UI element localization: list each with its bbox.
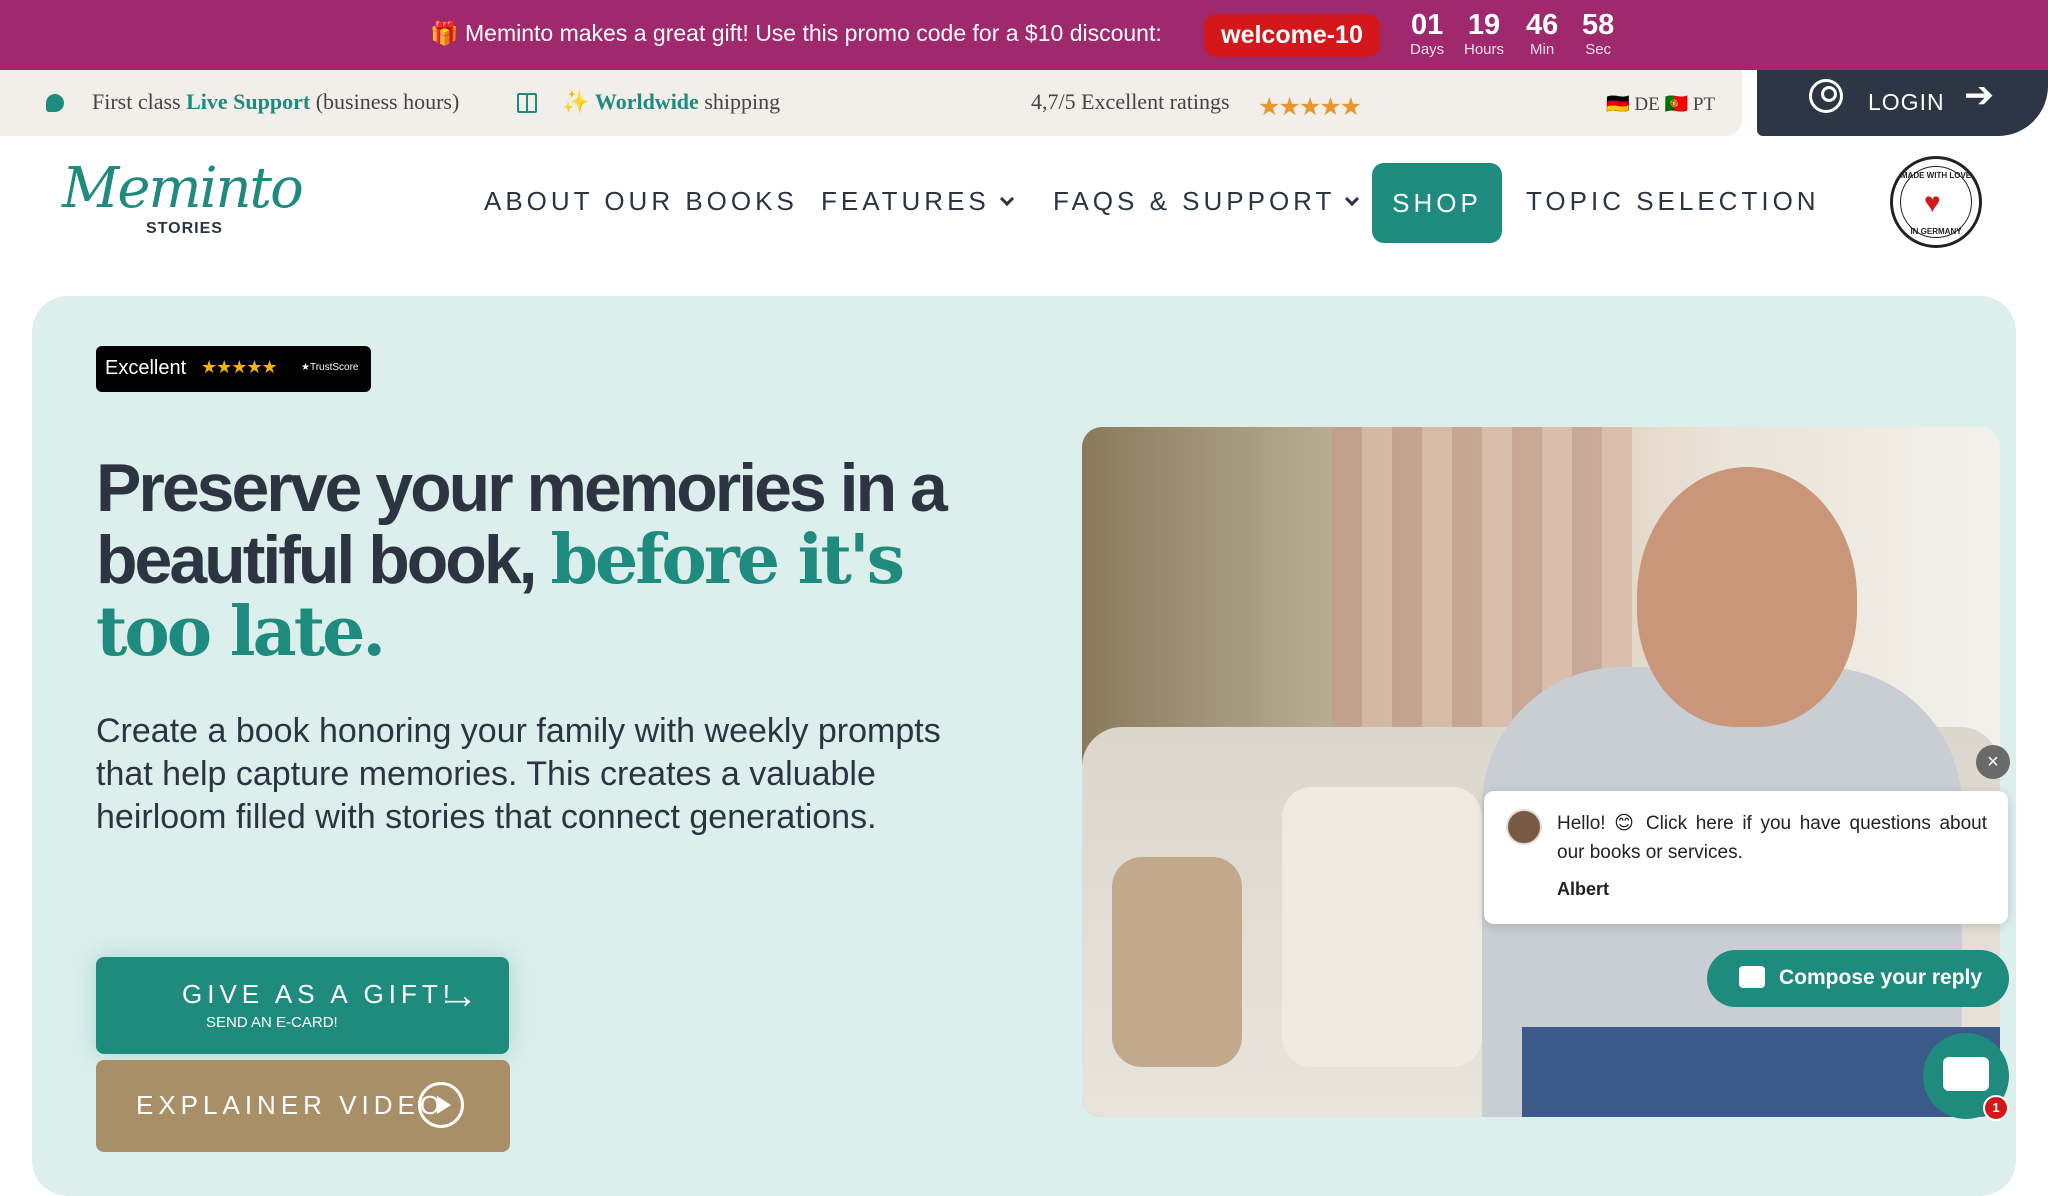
shipping-text: ✨ Worldwide shipping bbox=[562, 89, 781, 114]
chat-close-button[interactable]: × bbox=[1976, 745, 2010, 779]
made-in-germany-badge: MADE WITH LOVE ♥ IN GERMANY bbox=[1890, 156, 1982, 248]
ratings-stars: ★★★★★ bbox=[1258, 94, 1362, 121]
ratings-text: 4,7/5 Excellent ratings bbox=[1031, 89, 1230, 114]
explainer-video-button[interactable]: EXPLAINER VIDEO bbox=[96, 1060, 510, 1152]
logo[interactable]: Meminto STORIES bbox=[62, 156, 304, 246]
promo-bar: 🎁 Meminto makes a great gift! Use this p… bbox=[0, 0, 2048, 70]
chevron-down-icon bbox=[999, 191, 1014, 207]
logo-script: Meminto bbox=[62, 156, 304, 221]
chat-bubble-icon bbox=[46, 94, 64, 112]
arrow-right-icon: ➔ bbox=[1964, 74, 1995, 115]
avatar bbox=[1506, 809, 1542, 845]
login-button[interactable]: LOGIN ➔ bbox=[1757, 70, 2048, 136]
live-support-text[interactable]: First class Live Support (business hours… bbox=[92, 89, 459, 115]
user-icon bbox=[1809, 79, 1843, 113]
chat-signature: Albert bbox=[1557, 879, 1610, 899]
countdown-days: 01 Days bbox=[1410, 9, 1445, 58]
promo-text: 🎁 Meminto makes a great gift! Use this p… bbox=[430, 20, 1162, 46]
message-icon bbox=[1739, 966, 1765, 988]
chat-bubble-icon bbox=[1943, 1057, 1989, 1091]
chat-greeting-card[interactable]: Hello! 😊 Click here if you have question… bbox=[1484, 791, 2008, 924]
nav-topic-selection[interactable]: TOPIC SELECTION bbox=[1526, 186, 1820, 217]
heart-icon: ♥ bbox=[1924, 187, 1941, 218]
chat-launcher-button[interactable]: 1 bbox=[1923, 1033, 2009, 1121]
nav-about-our-books[interactable]: ABOUT OUR BOOKS bbox=[484, 186, 798, 217]
trustpilot-stars: ★★★★★ bbox=[201, 357, 278, 377]
hero-photo bbox=[1082, 427, 2000, 1117]
hero-headline: Preserve your memories in a beautiful bo… bbox=[96, 450, 948, 672]
countdown-hours: 19 Hours bbox=[1464, 9, 1505, 58]
compose-reply-button[interactable]: Compose your reply bbox=[1707, 950, 2009, 1007]
give-as-gift-button[interactable]: GIVE AS A GIFT! SEND AN E-CARD! → bbox=[96, 957, 509, 1054]
play-icon bbox=[418, 1082, 464, 1128]
login-label: LOGIN bbox=[1868, 89, 1945, 115]
info-bar: First class Live Support (business hours… bbox=[0, 70, 1742, 136]
promo-code[interactable]: welcome-10 bbox=[1204, 14, 1380, 57]
gift-box-icon bbox=[517, 93, 537, 113]
trustpilot-badge[interactable]: Excellent ★★★★★ ★TrustScore bbox=[96, 346, 371, 392]
chat-message: Hello! 😊 Click here if you have question… bbox=[1557, 813, 1987, 863]
hero-paragraph: Create a book honoring your family with … bbox=[96, 712, 941, 836]
unread-count-badge: 1 bbox=[1983, 1095, 2009, 1121]
chevron-down-icon bbox=[1345, 191, 1360, 207]
logo-sub: STORIES bbox=[146, 220, 223, 237]
arrow-right-icon: → bbox=[440, 975, 478, 1017]
countdown-minutes: 46 Min bbox=[1526, 9, 1559, 58]
nav-shop-button[interactable]: SHOP bbox=[1372, 163, 1502, 243]
countdown-seconds: 58 Sec bbox=[1582, 9, 1615, 58]
nav-features[interactable]: FEATURES bbox=[821, 186, 1014, 217]
nav-faqs-support[interactable]: FAQS & SUPPORT bbox=[1053, 186, 1360, 217]
language-switcher[interactable]: 🇩🇪 DE 🇵🇹 PT bbox=[1606, 92, 1715, 116]
